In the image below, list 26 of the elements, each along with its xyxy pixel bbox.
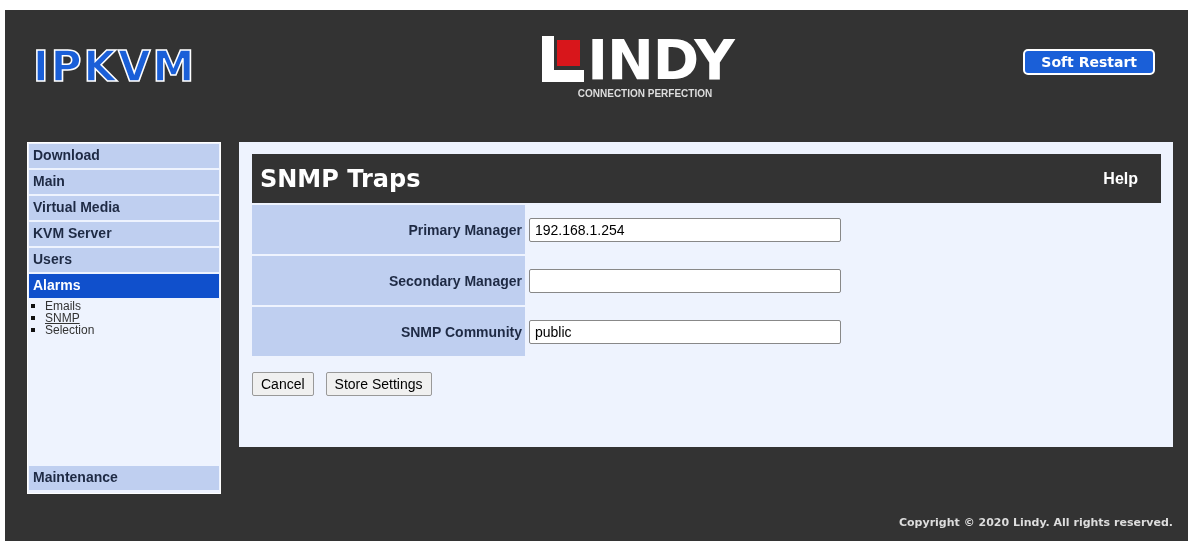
- sidebar-item[interactable]: Download: [29, 144, 219, 168]
- sidebar-subitem[interactable]: Selection: [45, 324, 95, 336]
- copyright-text: Copyright © 2020 Lindy. All rights reserved.: [899, 516, 1173, 529]
- field-label: Secondary Manager: [388, 272, 522, 289]
- field-label: Primary Manager: [408, 221, 522, 238]
- sidebar-item[interactable]: Users: [29, 248, 219, 272]
- help-link[interactable]: Help: [1103, 169, 1138, 188]
- sidebar-item[interactable]: Main: [29, 170, 219, 194]
- form-button[interactable]: Store Settings: [325, 372, 432, 396]
- sidebar-subitem[interactable]: Emails: [45, 300, 81, 312]
- field-label: SNMP Community: [400, 323, 522, 340]
- page-title: SNMP Traps: [260, 164, 421, 193]
- input-field[interactable]: [529, 268, 841, 293]
- sidebar-item[interactable]: Virtual Media: [29, 196, 219, 220]
- brand-mark-icon: [542, 35, 585, 82]
- soft-restart-button[interactable]: Soft Restart: [1023, 49, 1155, 75]
- sidebar-item[interactable]: Maintenance: [29, 466, 219, 490]
- brand-logo: INDY: [587, 33, 734, 86]
- form-button[interactable]: Cancel: [252, 372, 314, 396]
- brand-tagline: CONNECTION PERFECTION: [577, 87, 713, 99]
- input-field[interactable]: public: [529, 319, 841, 344]
- product-logo: IPKVM: [33, 41, 198, 91]
- input-field[interactable]: 192.168.1.254: [529, 217, 841, 242]
- sidebar-item[interactable]: KVM Server: [29, 222, 219, 246]
- sidebar-subitem[interactable]: SNMP: [45, 312, 80, 324]
- sidebar-item[interactable]: Alarms: [29, 274, 219, 298]
